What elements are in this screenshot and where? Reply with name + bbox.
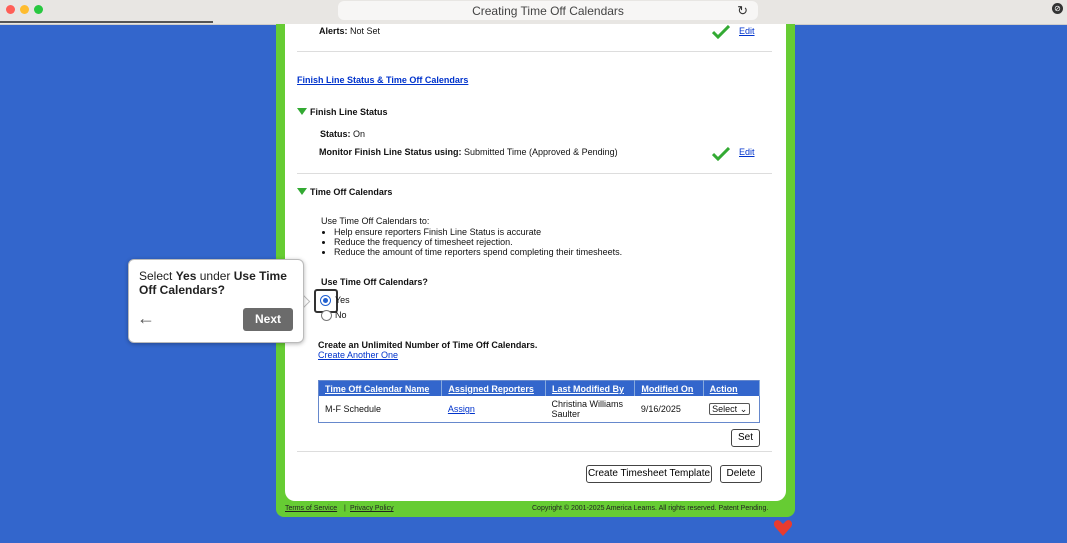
modified-by-line1: Christina Williams — [551, 399, 623, 409]
alerts-label: Alerts: — [319, 26, 348, 36]
extension-icon[interactable]: ⊘ — [1052, 3, 1063, 14]
content-panel — [285, 24, 786, 501]
tooltip-text: under — [196, 269, 234, 283]
monitor-row: Monitor Finish Line Status using: Submit… — [319, 147, 618, 157]
time-off-intro: Use Time Off Calendars to: — [321, 216, 430, 226]
create-text: Create an Unlimited Number of Time Off C… — [318, 340, 538, 350]
monitor-label: Monitor Finish Line Status using: — [319, 147, 462, 157]
browser-titlebar: Creating Time Off Calendars ↻ ⊘ — [0, 0, 1067, 25]
col-header-action[interactable]: Action — [703, 380, 761, 396]
expand-triangle-icon[interactable] — [297, 188, 307, 195]
list-item: Reduce the frequency of timesheet reject… — [334, 237, 622, 247]
minimize-window-icon[interactable] — [20, 5, 29, 14]
time-off-heading[interactable]: Time Off Calendars — [310, 187, 392, 197]
footer-separator: | — [344, 505, 346, 512]
modified-on: 9/16/2025 — [640, 404, 681, 414]
divider — [297, 51, 772, 52]
no-label[interactable]: No — [335, 310, 347, 320]
list-item: Reduce the amount of time reporters spen… — [334, 247, 622, 257]
modified-by: Christina Williams Saulter — [545, 396, 634, 423]
finish-line-heading[interactable]: Finish Line Status — [310, 107, 388, 117]
alerts-row: Alerts: Not Set — [319, 26, 380, 36]
table-row: M-F Schedule Assign Christina Williams S… — [319, 396, 760, 423]
action-select-value: Select — [712, 403, 738, 414]
status-row: Status: On — [320, 129, 365, 139]
create-template-button[interactable]: Create Timesheet Template — [586, 465, 712, 483]
alerts-value: Not Set — [350, 26, 381, 36]
alerts-edit-link[interactable]: Edit — [739, 26, 755, 36]
list-item: Help ensure reporters Finish Line Status… — [334, 227, 622, 237]
section-link[interactable]: Finish Line Status & Time Off Calendars — [297, 75, 468, 85]
set-button[interactable]: Set — [731, 429, 760, 447]
no-radio[interactable] — [321, 310, 332, 321]
status-value: On — [353, 129, 366, 139]
check-icon — [712, 147, 730, 161]
col-header-modified-by[interactable]: Last Modified By — [545, 380, 636, 396]
use-calendars-question: Use Time Off Calendars? — [321, 277, 428, 287]
monitor-value: Submitted Time (Approved & Pending) — [464, 147, 618, 157]
col-header-modified-on[interactable]: Modified On — [634, 380, 704, 396]
copyright-text: Copyright © 2001-2025 America Learns. Al… — [532, 505, 769, 512]
create-another-link[interactable]: Create Another One — [318, 350, 398, 360]
yes-label[interactable]: Yes — [335, 295, 350, 305]
expand-triangle-icon[interactable] — [297, 108, 307, 115]
status-label: Status: — [320, 129, 351, 139]
next-button[interactable]: Next — [243, 308, 293, 331]
tooltip-bold: Yes — [175, 269, 197, 283]
col-header-reporters[interactable]: Assigned Reporters — [441, 380, 546, 396]
table-header-row: Time Off Calendar Name Assigned Reporter… — [318, 380, 761, 396]
heart-icon[interactable] — [773, 518, 793, 538]
modified-by-line2: Saulter — [551, 409, 580, 419]
check-icon — [712, 25, 730, 39]
zoom-window-icon[interactable] — [34, 5, 43, 14]
finish-line-edit-link[interactable]: Edit — [739, 147, 755, 157]
delete-button[interactable]: Delete — [720, 465, 762, 483]
action-select[interactable]: Select ⌄ — [709, 402, 751, 415]
assign-link[interactable]: Assign — [448, 404, 475, 414]
calendars-table: Time Off Calendar Name Assigned Reporter… — [318, 380, 761, 423]
page-title: Creating Time Off Calendars — [472, 4, 624, 18]
guide-tooltip: Select Yes under Use Time Off Calendars?… — [128, 259, 304, 343]
loading-bar — [0, 21, 213, 23]
terms-link[interactable]: Terms of Service — [285, 505, 337, 512]
back-arrow-icon[interactable]: ← — [137, 308, 155, 329]
address-bar[interactable]: Creating Time Off Calendars ↻ — [338, 1, 758, 20]
divider — [297, 173, 772, 174]
col-header-name[interactable]: Time Off Calendar Name — [318, 380, 443, 396]
tooltip-message: Select Yes under Use Time Off Calendars? — [139, 269, 297, 297]
close-window-icon[interactable] — [6, 5, 15, 14]
reload-icon[interactable]: ↻ — [737, 3, 748, 19]
calendar-name: M-F Schedule — [325, 404, 382, 414]
tooltip-text: Select — [139, 269, 176, 283]
yes-radio[interactable] — [320, 295, 331, 306]
divider — [297, 451, 772, 452]
benefits-list: Help ensure reporters Finish Line Status… — [322, 227, 622, 257]
privacy-link[interactable]: Privacy Policy — [350, 505, 394, 512]
